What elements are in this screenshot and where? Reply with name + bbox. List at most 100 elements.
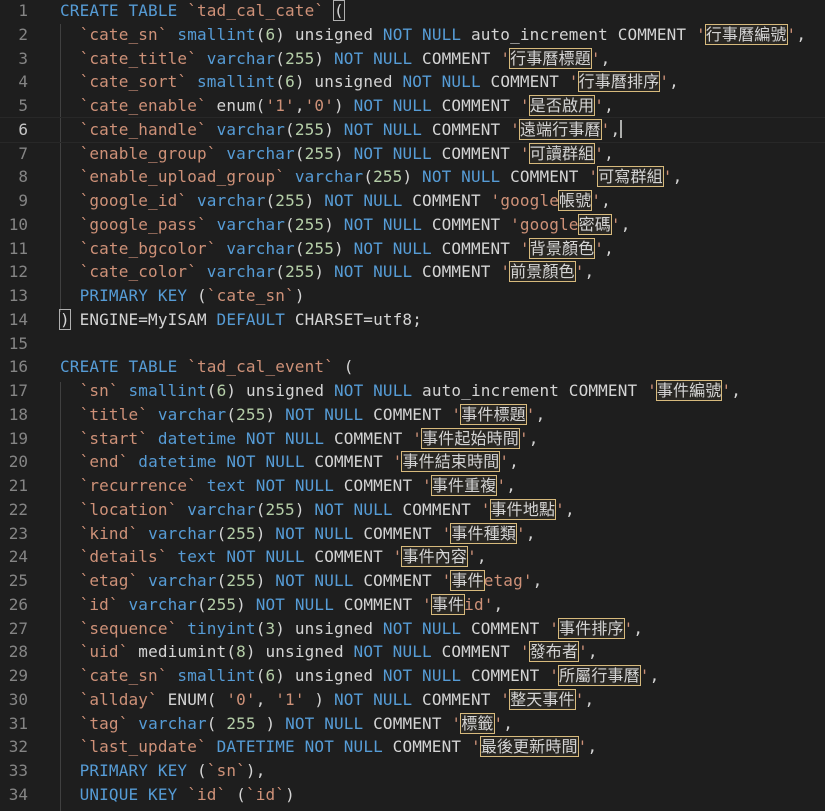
text-token: , (633, 618, 644, 638)
code-line[interactable]: `title` varchar(255) NOT NULL COMMENT '事… (60, 403, 545, 427)
text-token: , (604, 238, 614, 258)
unicode-highlight-token: 最後更新時間 (479, 736, 579, 758)
code-line[interactable]: `sn` smallint(6) unsigned NOT NULL auto_… (60, 379, 741, 403)
string-token: '1' (265, 96, 295, 115)
identifier-token: `start` (79, 428, 149, 448)
text-token: ( (197, 594, 207, 614)
code-line[interactable]: PRIMARY KEY (`cate_sn`) (60, 284, 305, 308)
keyword-token: NOT NULL (334, 381, 413, 400)
line-number: 17 (8, 381, 28, 400)
code-line[interactable]: `cate_handle` varchar(255) NOT NULL COMM… (0, 116, 825, 143)
line-number: 8 (18, 167, 28, 187)
line-number: 3 (18, 48, 28, 68)
string-token: ' (451, 713, 462, 733)
code-line[interactable]: `enable_group` varchar(255) NOT NULL COM… (60, 142, 614, 166)
keyword-token: CREATE TABLE (60, 357, 188, 377)
identifier-token: `cate_enable` (79, 96, 207, 115)
identifier-token: `tad_cal_cate` (187, 1, 325, 20)
text-token: ( (226, 404, 237, 424)
string-token: ' (594, 143, 605, 163)
code-line[interactable]: `sequence` tinyint(3) unsigned NOT NULL … (60, 617, 643, 641)
code-line[interactable]: `google_id` varchar(255) NOT NULL COMMEN… (60, 189, 611, 213)
number-token: 255 (226, 571, 256, 590)
code-line[interactable]: `cate_sort` smallint(6) unsigned NOT NUL… (60, 70, 679, 94)
identifier-token: `tad_cal_event` (187, 357, 334, 377)
keyword-token: CREATE TABLE (60, 1, 188, 20)
code-line[interactable]: `cate_sn` smallint(6) unsigned NOT NULL … (60, 664, 659, 688)
text-token: ( (275, 72, 286, 92)
code-area[interactable]: CREATE TABLE `tad_cal_cate` ( `cate_sn` … (0, 0, 825, 811)
code-line[interactable]: `cate_sn` smallint(6) unsigned NOT NULL … (60, 23, 806, 47)
code-line[interactable]: `uid` mediumint(8) unsigned NOT NULL COM… (60, 640, 598, 664)
keyword-token: UNIQUE KEY (79, 784, 178, 804)
number-token: 255 (304, 238, 334, 258)
code-line[interactable]: UNIQUE KEY `id` (`id`) (60, 783, 295, 807)
text-token: ( (363, 167, 374, 187)
text-token: COMMENT (431, 642, 520, 662)
keyword-token: NOT NULL (285, 713, 364, 733)
unicode-highlight-token: 事件種類 (450, 522, 518, 544)
code-line[interactable]: CREATE TABLE `tad_cal_event` ( (60, 355, 354, 379)
code-line[interactable]: `enable_upload_group` varchar(255) NOT N… (60, 165, 682, 189)
code-line[interactable]: `cate_color` varchar(255) NOT NULL COMME… (60, 260, 594, 284)
code-line[interactable]: `end` datetime NOT NULL COMMENT '事件結束時間'… (60, 450, 519, 474)
code-line[interactable]: `id` varchar(255) NOT NULL COMMENT '事件id… (60, 593, 503, 617)
number-token: 255 (285, 48, 315, 68)
line-number: 33 (8, 761, 28, 780)
line-number: 4 (18, 72, 28, 92)
code-line[interactable]: `cate_bgcolor` varchar(255) NOT NULL COM… (60, 237, 614, 261)
code-line[interactable]: `cate_title` varchar(255) NOT NULL COMME… (60, 47, 610, 71)
text-token: COMMENT (382, 737, 471, 757)
keyword-token: tinyint (187, 618, 256, 638)
text-token: ( (255, 666, 266, 685)
number-token: 255 (304, 143, 334, 163)
text-token: , (601, 191, 611, 210)
code-line[interactable]: `etag` varchar(255) NOT NULL COMMENT '事件… (60, 569, 542, 593)
code-line[interactable]: PRIMARY KEY (`sn`), (60, 759, 266, 783)
line-number: 22 (8, 499, 28, 519)
text-token: ( (294, 238, 305, 258)
code-line[interactable]: `cate_enable` enum('1','0') NOT NULL COM… (60, 94, 614, 118)
string-token: ' (786, 24, 797, 44)
text-token: COMMENT (461, 666, 550, 685)
code-line[interactable]: ) ENGINE=MyISAM DEFAULT CHARSET=utf8; (59, 308, 422, 332)
line-number: 1 (18, 1, 28, 20)
identifier-token: `end` (79, 452, 129, 472)
string-token: '0' (226, 689, 256, 709)
code-line[interactable]: `tag` varchar( 255 ) NOT NULL COMMENT '標… (60, 712, 513, 736)
text-token: ) unsigned (226, 381, 334, 400)
code-line[interactable]: `recurrence` text NOT NULL COMMENT '事件重複… (60, 474, 516, 498)
keyword-token: NOT NULL (275, 523, 354, 543)
code-editor[interactable]: 1 2 3 4 5 6 7 8 9 10 11 12 13 14 15 16 17 18 19 20 21 22 23 24 2… (0, 0, 825, 811)
string-token: ' (499, 452, 510, 472)
code-line[interactable]: `last_update` DATETIME NOT NULL COMMENT … (60, 735, 597, 759)
unicode-highlight-token: 事件標題 (460, 403, 527, 425)
code-line[interactable]: `allday` ENUM( '0', '1' ) NOT NULL COMME… (60, 688, 594, 712)
text-token: ( (285, 119, 295, 139)
string-token: ' (588, 167, 599, 187)
code-line[interactable]: `kind` varchar(255) NOT NULL COMMENT '事件… (60, 522, 536, 546)
line-number: 25 (8, 571, 28, 590)
line-number: 18 (8, 404, 28, 424)
code-line[interactable]: `location` varchar(255) NOT NULL COMMENT… (60, 498, 575, 522)
line-number: 24 (8, 547, 28, 567)
text-token: COMMENT (363, 713, 452, 733)
code-line[interactable]: `details` text NOT NULL COMMENT '事件內容', (60, 545, 487, 569)
string-token: ' (721, 381, 732, 400)
code-line[interactable]: CREATE TABLE `tad_cal_cate` ( (60, 0, 345, 23)
code-line[interactable]: `start` datetime NOT NULL COMMENT '事件起始時… (60, 427, 539, 451)
string-token: ' (594, 238, 605, 258)
number-token: 8 (236, 642, 246, 662)
code-line[interactable]: `google_pass` varchar(255) NOT NULL COMM… (60, 213, 630, 237)
text-token: ) (333, 143, 354, 163)
keyword-token: NOT NULL (255, 476, 334, 495)
text-token: COMMENT (431, 238, 520, 258)
